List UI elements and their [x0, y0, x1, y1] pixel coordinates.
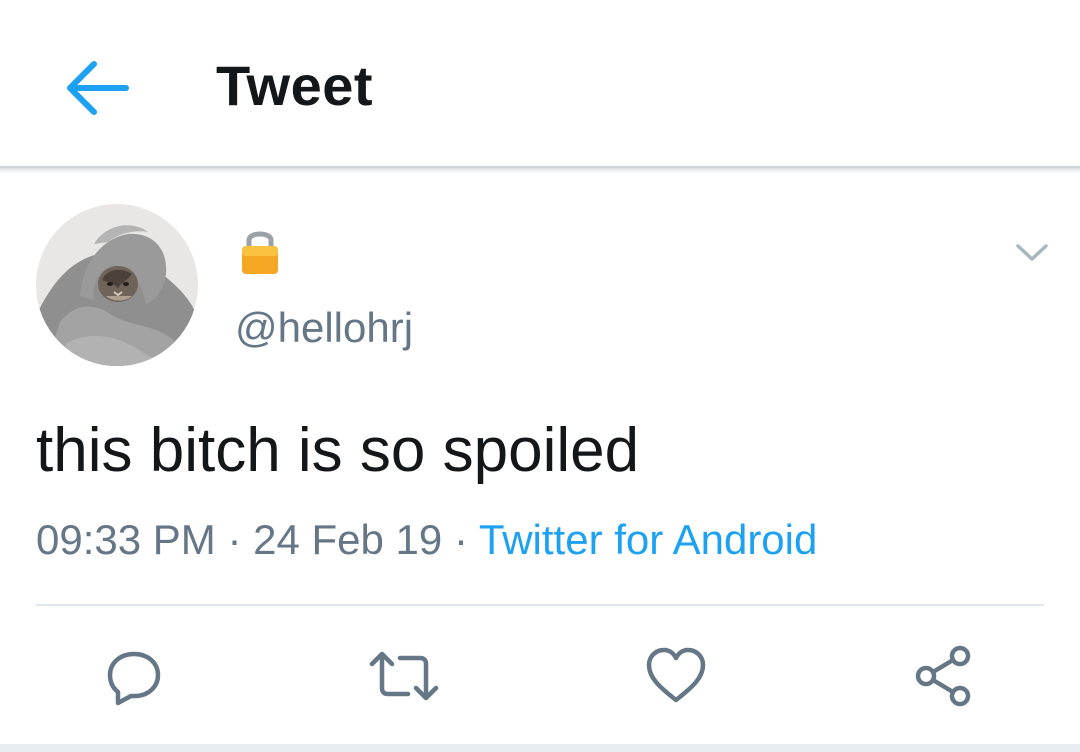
like-button[interactable]: [640, 640, 712, 712]
reply-icon: [107, 651, 161, 706]
tweet-source-link[interactable]: Twitter for Android: [479, 516, 817, 563]
tweet-menu-button[interactable]: [1004, 224, 1060, 280]
page-title: Tweet: [216, 54, 374, 117]
tweet-text: this bitch is so spoiled: [36, 416, 640, 485]
meta-separator: ·: [227, 516, 242, 563]
tweet-meta: 09:33 PM · 24 Feb 19 · Twitter for Andro…: [36, 512, 817, 568]
lock-icon: [242, 231, 278, 274]
author-handle[interactable]: @hellohrj: [235, 302, 413, 354]
divider: [36, 604, 1044, 606]
chevron-down-icon: [1016, 244, 1048, 261]
cat-in-blanket-avatar: [36, 204, 198, 366]
avatar[interactable]: [36, 204, 198, 366]
share-button[interactable]: [908, 640, 980, 712]
retweet-button[interactable]: [368, 640, 440, 712]
back-button[interactable]: [52, 44, 140, 132]
app-bar: Tweet: [0, 0, 1080, 168]
tweet-date: 24 Feb 19: [253, 516, 443, 563]
share-icon: [915, 645, 971, 707]
heart-icon: [646, 647, 706, 703]
reply-button[interactable]: [98, 640, 170, 712]
arrow-left-icon: [67, 61, 129, 115]
tweet-time: 09:33 PM: [36, 516, 216, 563]
app-bar-divider: [0, 166, 1080, 174]
retweet-icon: [369, 651, 439, 701]
meta-separator: ·: [453, 516, 468, 563]
bottom-divider: [0, 744, 1080, 752]
